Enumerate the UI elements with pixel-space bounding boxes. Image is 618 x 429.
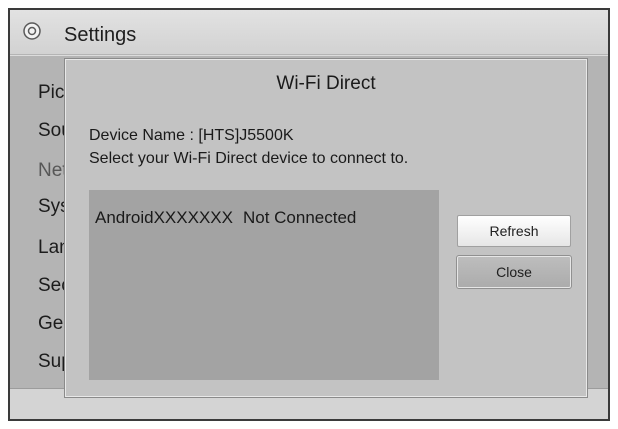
settings-header: Settings — [10, 10, 608, 55]
dialog-title: Wi-Fi Direct — [276, 73, 376, 94]
tv-screen: Settings Picture Sound Network System La… — [8, 8, 610, 421]
device-list-item[interactable]: AndroidXXXXXXX Not Connected — [95, 208, 356, 228]
device-status: Not Connected — [242, 208, 357, 227]
wifi-direct-dialog: Wi-Fi Direct Device Name : [HTS]J5500K S… — [64, 58, 588, 398]
page-title: Settings — [64, 24, 137, 46]
device-name-label: Device Name : [HTS]J5500K — [89, 127, 294, 144]
refresh-button[interactable]: Refresh — [457, 215, 571, 247]
device-name: AndroidXXXXXXX — [95, 208, 233, 227]
instruction-text: Select your Wi-Fi Direct device to conne… — [89, 150, 409, 167]
close-button[interactable]: Close — [456, 255, 572, 289]
settings-gear-icon — [23, 22, 41, 40]
device-list[interactable]: AndroidXXXXXXX Not Connected — [89, 190, 439, 380]
